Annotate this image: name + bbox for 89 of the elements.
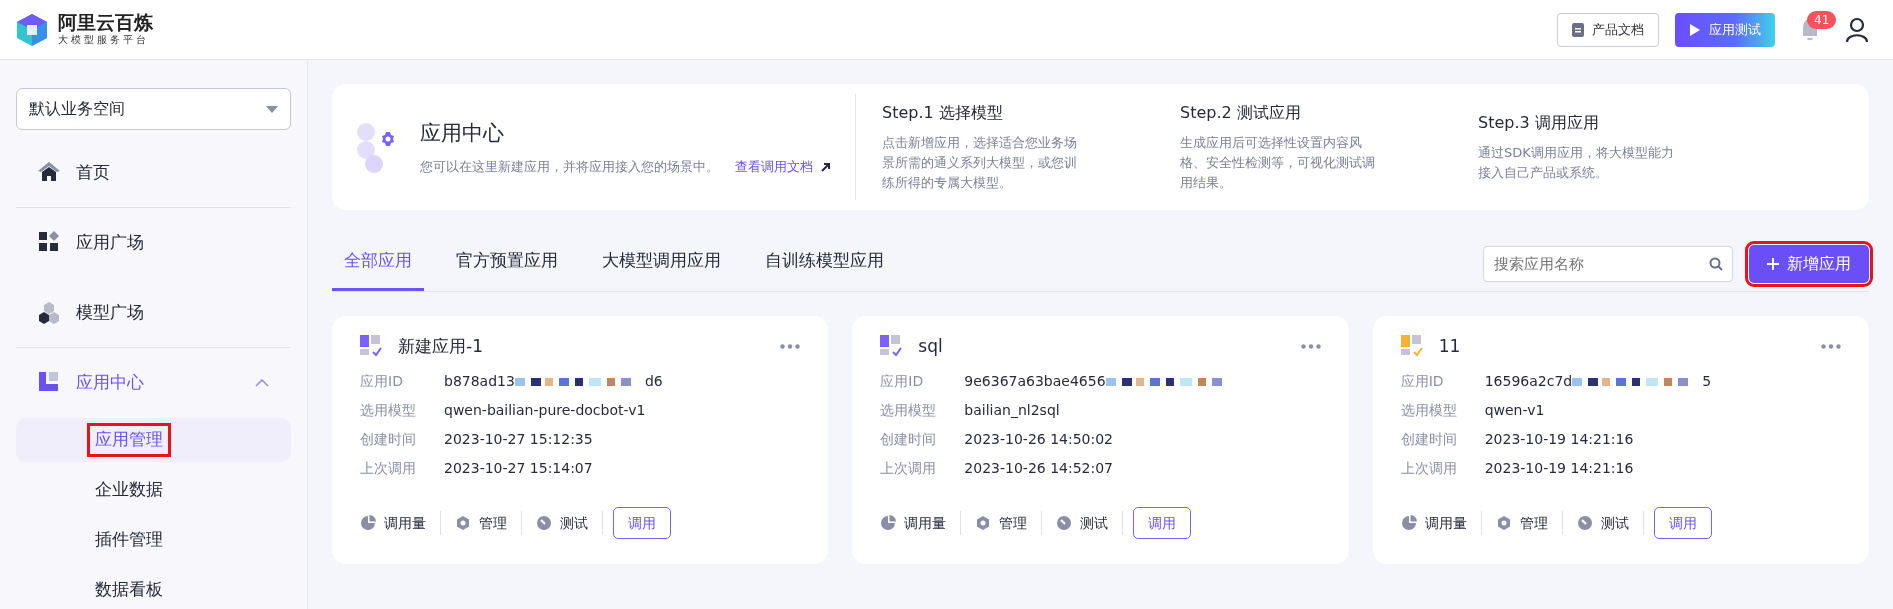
field-label: 上次调用 (1400, 459, 1458, 478)
sidebar-item[interactable]: 应用中心 (16, 348, 291, 418)
tab[interactable]: 大模型调用应用 (590, 238, 733, 291)
sidebar-item[interactable]: 首页 (16, 138, 291, 208)
action-link[interactable]: 调用量 (866, 512, 961, 534)
field-label: 上次调用 (880, 459, 938, 478)
field-value: d6 (644, 372, 663, 391)
gauge-icon (536, 515, 552, 531)
action-link[interactable]: 管理 (441, 512, 521, 534)
app-name: 11 (1438, 334, 1461, 358)
pie-chart-icon (880, 515, 897, 531)
field-value: 2023-10-19 14:21:16 (1484, 430, 1634, 449)
field-label: 创建时间 (360, 430, 417, 449)
gear-icon (455, 515, 471, 531)
invoke-button[interactable]: 调用 (1653, 507, 1712, 539)
more-icon (1300, 344, 1321, 350)
more-icon (780, 344, 801, 350)
action-link[interactable]: 测试 (522, 512, 602, 534)
field-label: 选用模型 (880, 401, 938, 420)
step-title: Step.3 调用应用 (1478, 111, 1600, 134)
gauge-icon (1576, 515, 1593, 531)
step-description: 通过SDK调用应用，将大模型能力接入自己产品或系统。 (1478, 143, 1675, 182)
tab[interactable]: 官方预置应用 (444, 238, 570, 291)
document-icon (1572, 22, 1584, 37)
app-test-button[interactable]: 应用测试 (1675, 12, 1775, 47)
step-description: 点击新增应用，选择适合您业务场景所需的通义系列大模型，或您训练所得的专属大模型。 (882, 133, 1078, 193)
step-title: Step.1 选择模型 (882, 101, 1004, 124)
field-value: 9e6367a63bae4656 (964, 372, 1106, 391)
field-value: 2023-10-27 15:14:07 (444, 459, 593, 478)
sidebar-subitem[interactable]: 插件管理 (91, 527, 167, 553)
action-link[interactable]: 测试 (1562, 512, 1643, 534)
field-label: 选用模型 (360, 401, 417, 420)
field-value: qwen-v1 (1484, 401, 1545, 420)
action-link[interactable]: 测试 (1042, 512, 1123, 534)
docs-link[interactable]: 查看调用文档 (735, 157, 831, 177)
action-link[interactable]: 管理 (1481, 512, 1562, 534)
search-field[interactable]: 搜索应用名称 (1483, 245, 1733, 282)
step-title: Step.2 测试应用 (1180, 101, 1302, 124)
app-name: 新建应用-1 (398, 334, 483, 358)
search-icon (1709, 256, 1723, 271)
cubes-icon (38, 300, 60, 325)
sidebar-item[interactable]: 应用广场 (16, 208, 291, 278)
field-label: 应用ID (880, 372, 925, 391)
arrow-icon (821, 161, 831, 172)
field-label: 创建时间 (880, 430, 938, 449)
field-value: 2023-10-27 15:12:35 (444, 430, 593, 449)
field-value: 2023-10-26 14:50:02 (964, 430, 1114, 449)
sidebar-subitem[interactable]: 企业数据 (91, 477, 167, 503)
intro-title: 应用中心 (420, 119, 505, 147)
user-icon[interactable] (1845, 16, 1869, 43)
gauge-icon (1056, 515, 1073, 531)
tab[interactable]: 自训练模型应用 (753, 238, 896, 291)
action-link[interactable]: 调用量 (1386, 512, 1481, 534)
action-link[interactable]: 管理 (961, 512, 1042, 534)
field-value: bailian_nl2sql (964, 401, 1060, 420)
sidebar-item[interactable]: 模型广场 (16, 278, 291, 348)
brand-tagline: 大模型服务平台 (58, 33, 150, 48)
workspace-select[interactable]: 默认业务空间 (16, 88, 291, 130)
step-description: 生成应用后可选择性设置内容风格、安全性检测等，可视化测试调用结果。 (1180, 133, 1376, 193)
field-value: qwen-bailian-pure-docbot-v1 (444, 401, 646, 420)
field-label: 选用模型 (1400, 401, 1458, 420)
brand-name: 阿里云百炼 (58, 11, 153, 33)
gear-icon (975, 515, 992, 531)
pie-chart-icon (360, 515, 376, 531)
field-value: 2023-10-26 14:52:07 (964, 459, 1114, 478)
field-label: 应用ID (1400, 372, 1445, 391)
action-link[interactable]: 调用量 (346, 512, 440, 534)
logo-icon (14, 11, 50, 48)
invoke-button[interactable]: 调用 (613, 507, 671, 539)
plus-icon (1767, 257, 1779, 270)
caret-icon (266, 105, 278, 113)
field-label: 创建时间 (1400, 430, 1458, 449)
play-icon (1689, 22, 1701, 37)
field-value: 16596a2c7d (1484, 372, 1573, 391)
gear-icon (1495, 515, 1512, 531)
app-name: sql (918, 334, 943, 358)
field-value: 5 (1702, 372, 1712, 391)
more-icon (1821, 344, 1841, 350)
tab[interactable]: 全部应用 (332, 238, 424, 291)
intro-description: 您可以在这里新建应用，并将应用接入您的场景中。 (420, 158, 719, 176)
notification-badge: 41 (1807, 10, 1837, 29)
field-label: 上次调用 (360, 459, 417, 478)
field-label: 应用ID (360, 372, 404, 391)
invoke-button[interactable]: 调用 (1133, 507, 1192, 539)
field-value: b878ad13 (444, 372, 515, 391)
sidebar-subitem[interactable]: 数据看板 (91, 577, 167, 603)
field-value: 2023-10-19 14:21:16 (1484, 459, 1634, 478)
pie-chart-icon (1400, 515, 1417, 531)
docs-button[interactable]: 产品文档 (1557, 12, 1659, 47)
